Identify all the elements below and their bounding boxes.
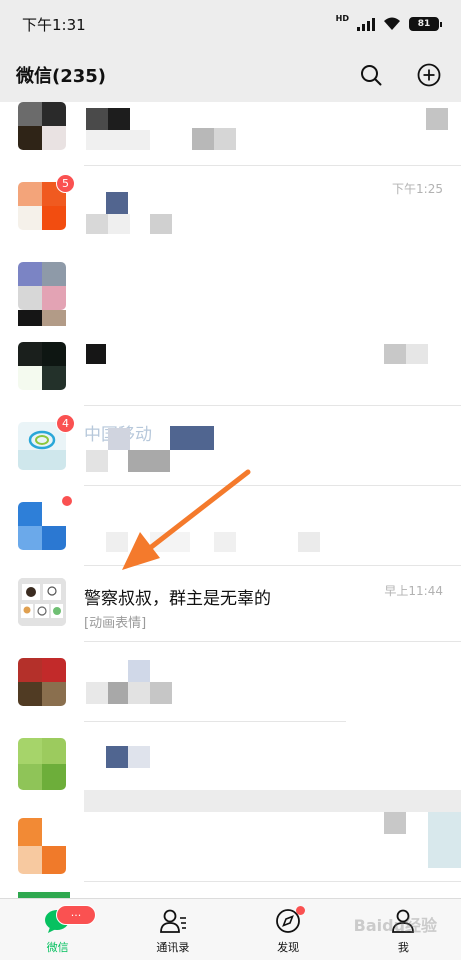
status-time: 下午1:31 <box>22 15 86 34</box>
chat-time: 下午1:25 <box>392 182 443 196</box>
avatar <box>18 502 66 550</box>
chat-row[interactable]: 早上11:44 警察叔叔，群主是无辜的 [动画表情] <box>0 562 461 642</box>
chat-title: 中国移动 <box>84 425 152 445</box>
discover-dot <box>296 906 306 915</box>
avatar <box>18 102 66 150</box>
person-icon <box>389 907 417 935</box>
chat-time: 早上11:44 <box>384 584 443 598</box>
page-title: 微信(235) <box>16 66 107 87</box>
group-avatar <box>18 578 66 626</box>
chat-row[interactable] <box>0 326 461 406</box>
pixelated-content <box>0 326 461 406</box>
wifi-icon <box>384 17 400 30</box>
chat-row[interactable] <box>0 802 461 898</box>
search-button[interactable] <box>359 63 383 87</box>
chat-row[interactable] <box>0 246 461 326</box>
app-header: 微信(235) <box>0 48 461 102</box>
group-avatar-icon <box>18 578 66 626</box>
plus-circle-icon <box>417 63 441 87</box>
chat-preview: [动画表情] <box>84 616 147 631</box>
unread-badge: 4 <box>56 414 75 433</box>
tab-label: 通讯录 <box>156 941 190 954</box>
tab-contacts[interactable]: 通讯录 <box>115 899 230 960</box>
avatar <box>18 342 66 390</box>
avatar <box>18 818 66 874</box>
pixelated-content <box>0 642 461 722</box>
unread-dot <box>62 496 72 506</box>
tab-chats[interactable]: ··· 微信 <box>0 899 115 960</box>
chat-row[interactable]: 4 中国移动 <box>0 406 461 486</box>
tab-label: 我 <box>397 941 409 954</box>
add-button[interactable] <box>417 63 441 87</box>
avatar <box>18 738 66 790</box>
compass-icon <box>274 906 306 935</box>
tab-label: 微信 <box>46 941 69 954</box>
unread-badge: 5 <box>56 174 75 193</box>
tab-label: 发现 <box>277 941 300 954</box>
chat-title: 警察叔叔，群主是无辜的 <box>84 589 271 609</box>
battery-icon: 81 <box>409 17 442 31</box>
chat-row[interactable] <box>0 722 461 812</box>
status-bar: 下午1:31 HD 81 <box>0 0 461 48</box>
chat-row[interactable] <box>0 102 461 166</box>
status-icons: HD 81 <box>335 14 442 31</box>
header-actions <box>359 63 445 87</box>
search-icon <box>361 65 382 86</box>
avatar <box>18 658 66 706</box>
hd-indicator: HD <box>335 14 349 23</box>
chat-list[interactable]: 5 下午1:25 4 中国移动 早上11:44 警察叔叔，群主是无辜的 [动画表… <box>0 102 461 898</box>
tab-badge: ··· <box>56 905 96 925</box>
signal-icon <box>357 17 375 31</box>
pixelated-content <box>0 246 461 326</box>
tab-me[interactable]: 我 <box>346 899 461 960</box>
chat-row[interactable]: 5 下午1:25 <box>0 166 461 246</box>
chat-row[interactable] <box>0 642 461 722</box>
bottom-tab-bar: ··· 微信 通讯录 发现 我 <box>0 898 461 960</box>
pixelated-content <box>0 722 461 812</box>
pixelated-content <box>0 802 461 898</box>
divider <box>84 881 461 882</box>
contacts-icon <box>159 907 187 935</box>
pixelated-content <box>0 102 461 166</box>
avatar <box>18 262 66 310</box>
chat-row[interactable] <box>0 486 461 566</box>
tab-discover[interactable]: 发现 <box>231 899 346 960</box>
